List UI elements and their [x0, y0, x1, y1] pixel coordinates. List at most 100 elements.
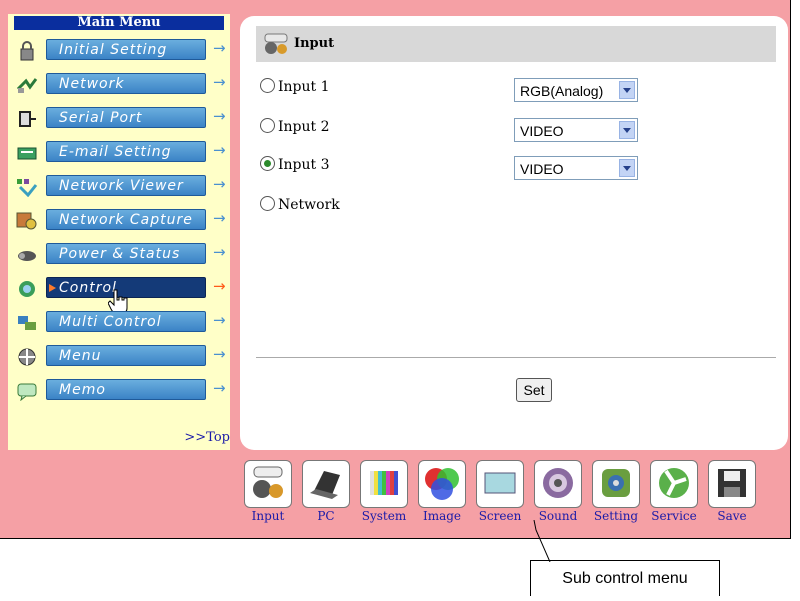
- input-icon: [264, 33, 288, 54]
- input-3-select[interactable]: VIDEO: [514, 156, 638, 180]
- input-1-option[interactable]: Input 1: [260, 78, 330, 95]
- submenu-save[interactable]: Save: [708, 460, 756, 528]
- submenu-image-label: Image: [422, 509, 462, 523]
- top-link[interactable]: >>Top: [184, 430, 230, 445]
- submenu-pc[interactable]: PC: [302, 460, 350, 528]
- menu-button-serial-port[interactable]: Serial Port: [46, 107, 206, 128]
- menu-item-network[interactable]: Network →: [8, 70, 230, 100]
- menu-item-memo[interactable]: Memo →: [8, 376, 230, 406]
- input-3-label: Input 3: [278, 157, 330, 173]
- submenu-sound[interactable]: Sound: [534, 460, 582, 528]
- submenu-service[interactable]: Service: [650, 460, 698, 528]
- chevron-down-icon[interactable]: [619, 81, 635, 99]
- submenu-image[interactable]: Image: [418, 460, 466, 528]
- submenu-service-label: Service: [651, 509, 697, 523]
- submenu-screen[interactable]: Screen: [476, 460, 524, 528]
- set-button[interactable]: Set: [516, 378, 552, 402]
- input-icon: [253, 466, 283, 498]
- menu-button-power-status[interactable]: Power & Status: [46, 243, 206, 264]
- main-menu: Main Menu Initial Setting → Network → Se…: [8, 14, 230, 450]
- lock-icon: [20, 41, 34, 61]
- web-control-frame: Main Menu Initial Setting → Network → Se…: [0, 0, 791, 539]
- menu-icon: [18, 348, 36, 366]
- panel-title: Input: [294, 36, 335, 51]
- menu-item-control[interactable]: Control →: [8, 274, 230, 314]
- network-icon: [16, 78, 38, 93]
- input-3-select-value: VIDEO: [520, 161, 564, 177]
- image-icon: [425, 468, 459, 500]
- menu-item-email-setting[interactable]: E-mail Setting →: [8, 138, 230, 168]
- arrow-right-icon: →: [213, 175, 226, 193]
- arrow-right-icon: →: [213, 73, 226, 91]
- save-icon: [718, 469, 746, 497]
- arrow-right-icon: →: [213, 39, 226, 57]
- pc-icon: [310, 471, 340, 499]
- input-1-select[interactable]: RGB(Analog): [514, 78, 638, 102]
- arrow-right-icon: →: [213, 107, 226, 125]
- menu-button-memo[interactable]: Memo: [46, 379, 206, 400]
- callout-leader-line: [533, 520, 551, 562]
- setting-icon: [602, 469, 630, 497]
- input-1-label: Input 1: [278, 79, 330, 95]
- menu-button-initial-setting[interactable]: Initial Setting: [46, 39, 206, 60]
- menu-button-network-viewer[interactable]: Network Viewer: [46, 175, 206, 196]
- control-icon: [19, 281, 35, 297]
- input-3-radio[interactable]: [260, 156, 275, 171]
- menu-button-network[interactable]: Network: [46, 73, 206, 94]
- menu-button-menu[interactable]: Menu: [46, 345, 206, 366]
- serial-port-icon: [19, 111, 36, 127]
- menu-button-network-capture[interactable]: Network Capture: [46, 209, 206, 230]
- projector-icon: [18, 251, 36, 261]
- chevron-down-icon[interactable]: [619, 159, 635, 177]
- multi-control-icon: [18, 316, 36, 330]
- input-2-option[interactable]: Input 2: [260, 118, 330, 135]
- network-option[interactable]: Network: [260, 196, 340, 213]
- arrow-right-icon: →: [213, 277, 226, 295]
- menu-item-menu[interactable]: Menu →: [8, 342, 230, 372]
- service-icon: [659, 468, 689, 498]
- system-icon: [370, 471, 398, 495]
- submenu-system[interactable]: System: [360, 460, 408, 528]
- input-1-radio[interactable]: [260, 78, 275, 93]
- network-capture-icon: [16, 212, 37, 230]
- menu-item-serial-port[interactable]: Serial Port →: [8, 104, 230, 134]
- input-2-radio[interactable]: [260, 118, 275, 133]
- submenu-screen-label: Screen: [478, 509, 522, 523]
- arrow-right-icon: →: [213, 243, 226, 261]
- main-menu-title: Main Menu: [14, 16, 224, 30]
- screen-icon: [484, 472, 516, 494]
- submenu-pc-label: PC: [317, 509, 335, 523]
- email-icon: [17, 147, 37, 160]
- input-2-label: Input 2: [278, 119, 330, 135]
- input-panel: Input Input 1 RGB(Analog) Input 2 VIDEO …: [240, 16, 788, 450]
- memo-icon: [17, 383, 37, 401]
- menu-item-initial-setting[interactable]: Initial Setting →: [8, 36, 230, 66]
- network-radio[interactable]: [260, 196, 275, 211]
- menu-item-network-viewer[interactable]: Network Viewer →: [8, 172, 230, 202]
- submenu-setting-label: Setting: [593, 509, 639, 523]
- menu-item-multi-control[interactable]: Multi Control →: [8, 308, 230, 338]
- submenu-system-label: System: [361, 509, 407, 523]
- network-label: Network: [278, 197, 340, 213]
- submenu-input[interactable]: Input: [244, 460, 292, 528]
- divider: [256, 357, 776, 358]
- callout-label: Sub control menu: [530, 560, 720, 596]
- menu-item-power-status[interactable]: Power & Status →: [8, 240, 230, 270]
- arrow-right-icon: →: [213, 345, 226, 363]
- menu-button-email-setting[interactable]: E-mail Setting: [46, 141, 206, 162]
- sound-icon: [543, 468, 573, 498]
- input-2-select[interactable]: VIDEO: [514, 118, 638, 142]
- panel-header: Input: [256, 26, 776, 62]
- network-viewer-icon: [17, 179, 38, 197]
- arrow-right-icon: →: [213, 141, 226, 159]
- input-1-select-value: RGB(Analog): [520, 83, 604, 99]
- submenu-input-label: Input: [251, 509, 285, 523]
- chevron-down-icon[interactable]: [619, 121, 635, 139]
- input-3-option[interactable]: Input 3: [260, 156, 330, 173]
- input-2-select-value: VIDEO: [520, 123, 564, 139]
- arrow-right-icon: →: [213, 311, 226, 329]
- submenu-setting[interactable]: Setting: [592, 460, 640, 528]
- arrow-right-icon: →: [213, 379, 226, 397]
- menu-item-network-capture[interactable]: Network Capture →: [8, 206, 230, 236]
- menu-button-multi-control[interactable]: Multi Control: [46, 311, 206, 332]
